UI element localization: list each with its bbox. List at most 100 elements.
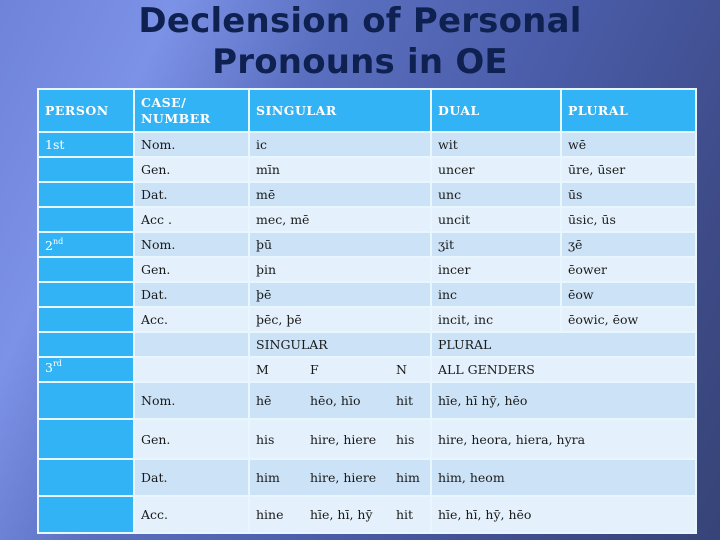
case-cell: Dat.	[133, 281, 250, 308]
subheader-singular: SINGULAR	[248, 331, 432, 358]
table-row: 2nd Nom. þū ʒit ʒē	[37, 231, 697, 258]
dual-cell: uncer	[430, 156, 562, 183]
case-cell: Gen.	[133, 418, 250, 460]
table-row: Gen. mīn uncer ūre, ūser	[37, 156, 697, 183]
case-cell: Acc .	[133, 206, 250, 233]
case-cell: Nom.	[133, 131, 250, 158]
plural-cell: ēower	[560, 256, 697, 283]
dual-cell: ʒit	[430, 231, 562, 258]
feminine-form: hīe, hī, hȳ	[310, 507, 373, 522]
masculine-form: hē	[256, 393, 272, 408]
person-cell-empty	[37, 495, 135, 534]
table-row: Acc. hine hīe, hī, hȳ hit hīe, hī, hȳ, hēo	[37, 495, 697, 534]
dual-cell: incer	[430, 256, 562, 283]
header-case-line-1: CASE/	[141, 94, 187, 110]
case-cell: Nom.	[133, 381, 250, 420]
singular-cell: þē	[248, 281, 432, 308]
person-cell-empty	[37, 181, 135, 208]
plural-cell: ʒē	[560, 231, 697, 258]
singular-cell: ic	[248, 131, 432, 158]
person-cell-empty	[37, 458, 135, 497]
masculine-form: his	[256, 431, 275, 447]
singular-cell: mē	[248, 181, 432, 208]
dual-cell: inc	[430, 281, 562, 308]
header-person: PERSON	[37, 88, 135, 133]
gender-masculine: M	[256, 362, 269, 377]
third-person-subheader-row: SINGULAR PLURAL	[37, 331, 697, 358]
masculine-form: hine	[256, 507, 284, 522]
masculine-form: him	[256, 470, 280, 485]
dual-cell: uncit	[430, 206, 562, 233]
person-label-2nd: 2nd	[37, 231, 135, 258]
header-singular: SINGULAR	[248, 88, 432, 133]
header-case-number: CASE/ NUMBER	[133, 88, 250, 133]
table-row: 1st Nom. ic wit wē	[37, 131, 697, 158]
dual-cell: unc	[430, 181, 562, 208]
feminine-form: hire, hiere	[310, 470, 377, 485]
plural-cell: ēowic, ēow	[560, 306, 697, 333]
person-label-1st: 1st	[37, 131, 135, 158]
case-cell-empty	[133, 356, 250, 383]
table-row: Acc. þēc, þē incit, inc ēowic, ēow	[37, 306, 697, 333]
person-cell-empty	[37, 206, 135, 233]
feminine-form: hēo, hīo	[310, 393, 361, 408]
slide-title-line-2: Pronouns in OE	[212, 42, 508, 82]
person-cell-empty	[37, 156, 135, 183]
case-cell: Acc.	[133, 495, 250, 534]
table-row: Dat. him hire, hiere him him, heom	[37, 458, 697, 497]
gender-all: ALL GENDERS	[430, 356, 697, 383]
case-cell: Gen.	[133, 256, 250, 283]
gender-neuter: N	[396, 362, 407, 377]
plural-cell: him, heom	[430, 458, 697, 497]
person-number: 2	[45, 237, 53, 253]
declension-table: PERSON CASE/ NUMBER SINGULAR DUAL PLURAL…	[37, 88, 697, 534]
person-cell-empty	[37, 331, 135, 358]
person-ordinal-suffix: nd	[52, 236, 64, 246]
singular-cell: þū	[248, 231, 432, 258]
plural-cell: wē	[560, 131, 697, 158]
table-row: Gen. þin incer ēower	[37, 256, 697, 283]
case-cell: Acc.	[133, 306, 250, 333]
singular-cell: hē hēo, hīo hit	[248, 381, 432, 420]
case-cell: Dat.	[133, 181, 250, 208]
singular-cell: his hire, hiere his	[248, 418, 432, 460]
plural-cell: hīe, hī, hȳ, hēo	[430, 495, 697, 534]
singular-cell: him hire, hiere him	[248, 458, 432, 497]
header-case-line-2: NUMBER	[141, 110, 211, 126]
feminine-form: hire, hiere	[310, 431, 377, 447]
plural-cell: ūre, ūser	[560, 156, 697, 183]
dual-cell: incit, inc	[430, 306, 562, 333]
singular-cell: þēc, þē	[248, 306, 432, 333]
person-cell-empty	[37, 281, 135, 308]
singular-cell: þin	[248, 256, 432, 283]
plural-cell: ūs	[560, 181, 697, 208]
third-person-gender-row: 3rd M F N ALL GENDERS	[37, 356, 697, 383]
person-number: 3	[45, 360, 53, 375]
singular-cell: mīn	[248, 156, 432, 183]
person-label-3rd: 3rd	[37, 356, 135, 383]
plural-cell: hīe, hī hȳ, hēo	[430, 381, 697, 420]
table-row: Dat. mē unc ūs	[37, 181, 697, 208]
neuter-form: hit	[396, 393, 414, 408]
plural-cell: ūsic, ūs	[560, 206, 697, 233]
header-plural: PLURAL	[560, 88, 697, 133]
singular-cell: hine hīe, hī, hȳ hit	[248, 495, 432, 534]
table-row: Nom. hē hēo, hīo hit hīe, hī hȳ, hēo	[37, 381, 697, 420]
case-cell-empty	[133, 331, 250, 358]
person-cell-empty	[37, 418, 135, 460]
table-header-row: PERSON CASE/ NUMBER SINGULAR DUAL PLURAL	[37, 88, 697, 133]
table-row: Acc . mec, mē uncit ūsic, ūs	[37, 206, 697, 233]
person-cell-empty	[37, 256, 135, 283]
case-cell: Dat.	[133, 458, 250, 497]
person-ordinal-suffix: rd	[52, 359, 62, 368]
dual-cell: wit	[430, 131, 562, 158]
slide-title-line-1: Declension of Personal	[138, 1, 582, 41]
plural-cell: hire, heora, hiera, hyra	[430, 418, 697, 460]
case-cell: Nom.	[133, 231, 250, 258]
table-row: Gen. his hire, hiere his hire, heora, hier…	[37, 418, 697, 460]
table-row: Dat. þē inc ēow	[37, 281, 697, 308]
neuter-form: him	[396, 470, 420, 485]
neuter-form: his	[396, 431, 415, 447]
person-cell-empty	[37, 381, 135, 420]
singular-cell: mec, mē	[248, 206, 432, 233]
